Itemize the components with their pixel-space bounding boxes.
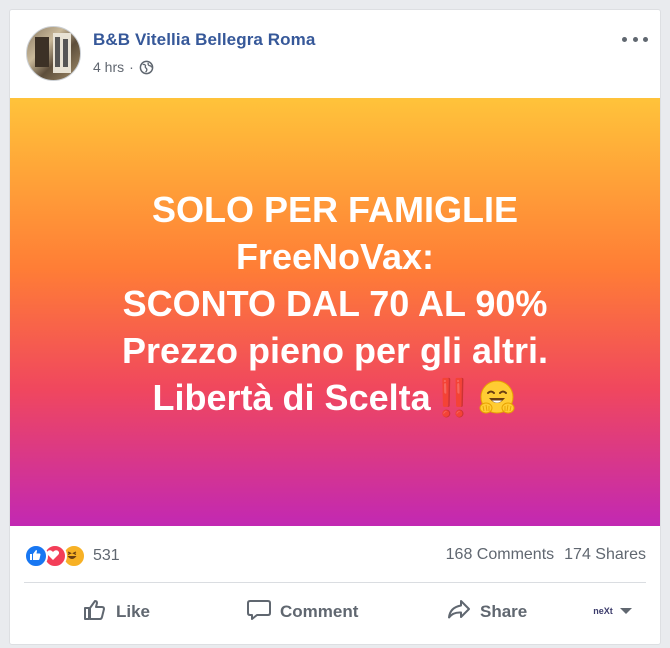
page-name-link[interactable]: B&B Vitellia Bellegra Roma <box>93 30 315 50</box>
banner-line-2: FreeNoVax: <box>235 235 435 277</box>
actions-divider <box>24 582 646 583</box>
share-button[interactable]: Share <box>446 590 527 634</box>
banner-line-1: SOLO PER FAMIGLIE <box>151 188 518 230</box>
audience-selector[interactable]: neXt <box>590 602 632 620</box>
page-logo-icon: neXt <box>590 602 616 620</box>
banner-line-5: Libertà di Scelta <box>152 376 431 418</box>
meta-separator: · <box>129 59 134 75</box>
hugging-face-emoji <box>477 378 517 418</box>
comments-count-link[interactable]: 168 Comments <box>446 546 555 564</box>
banner-line-4: Prezzo pieno per gli altri. <box>121 329 549 371</box>
post-header: B&B Vitellia Bellegra Roma 4 hrs · <box>10 10 660 98</box>
page-avatar[interactable] <box>26 26 81 81</box>
like-button[interactable]: Like <box>82 590 150 634</box>
banner-text: SOLO PER FAMIGLIE FreeNoVax: SCONTO DAL … <box>122 186 548 421</box>
post-actions: Like Comment Share neXt <box>10 590 660 634</box>
engagement-counts: 168 Comments 174 Shares <box>446 546 646 564</box>
reactions-summary[interactable]: 531 <box>24 544 120 568</box>
share-icon <box>446 597 472 628</box>
shares-count-link[interactable]: 174 Shares <box>564 546 646 564</box>
reaction-count: 531 <box>93 547 120 564</box>
like-reaction-icon <box>24 544 48 568</box>
double-exclamation-emoji: ‼️ <box>430 376 476 418</box>
post-meta: 4 hrs · <box>93 59 154 75</box>
comment-button[interactable]: Comment <box>246 590 358 634</box>
post-timestamp[interactable]: 4 hrs <box>93 59 124 75</box>
banner-line-3: SCONTO DAL 70 AL 90% <box>122 282 548 324</box>
share-label: Share <box>480 602 528 621</box>
post-stats: 531 168 Comments 174 Shares <box>10 540 660 568</box>
thumbs-up-icon <box>82 597 108 628</box>
like-label: Like <box>116 602 151 621</box>
comment-icon <box>246 597 272 628</box>
post-card: B&B Vitellia Bellegra Roma 4 hrs · SOLO … <box>9 9 661 645</box>
globe-icon[interactable] <box>139 60 154 75</box>
post-banner: SOLO PER FAMIGLIE FreeNoVax: SCONTO DAL … <box>10 98 660 526</box>
more-options-icon[interactable] <box>622 30 648 48</box>
chevron-down-icon <box>620 608 632 614</box>
comment-label: Comment <box>280 602 359 621</box>
